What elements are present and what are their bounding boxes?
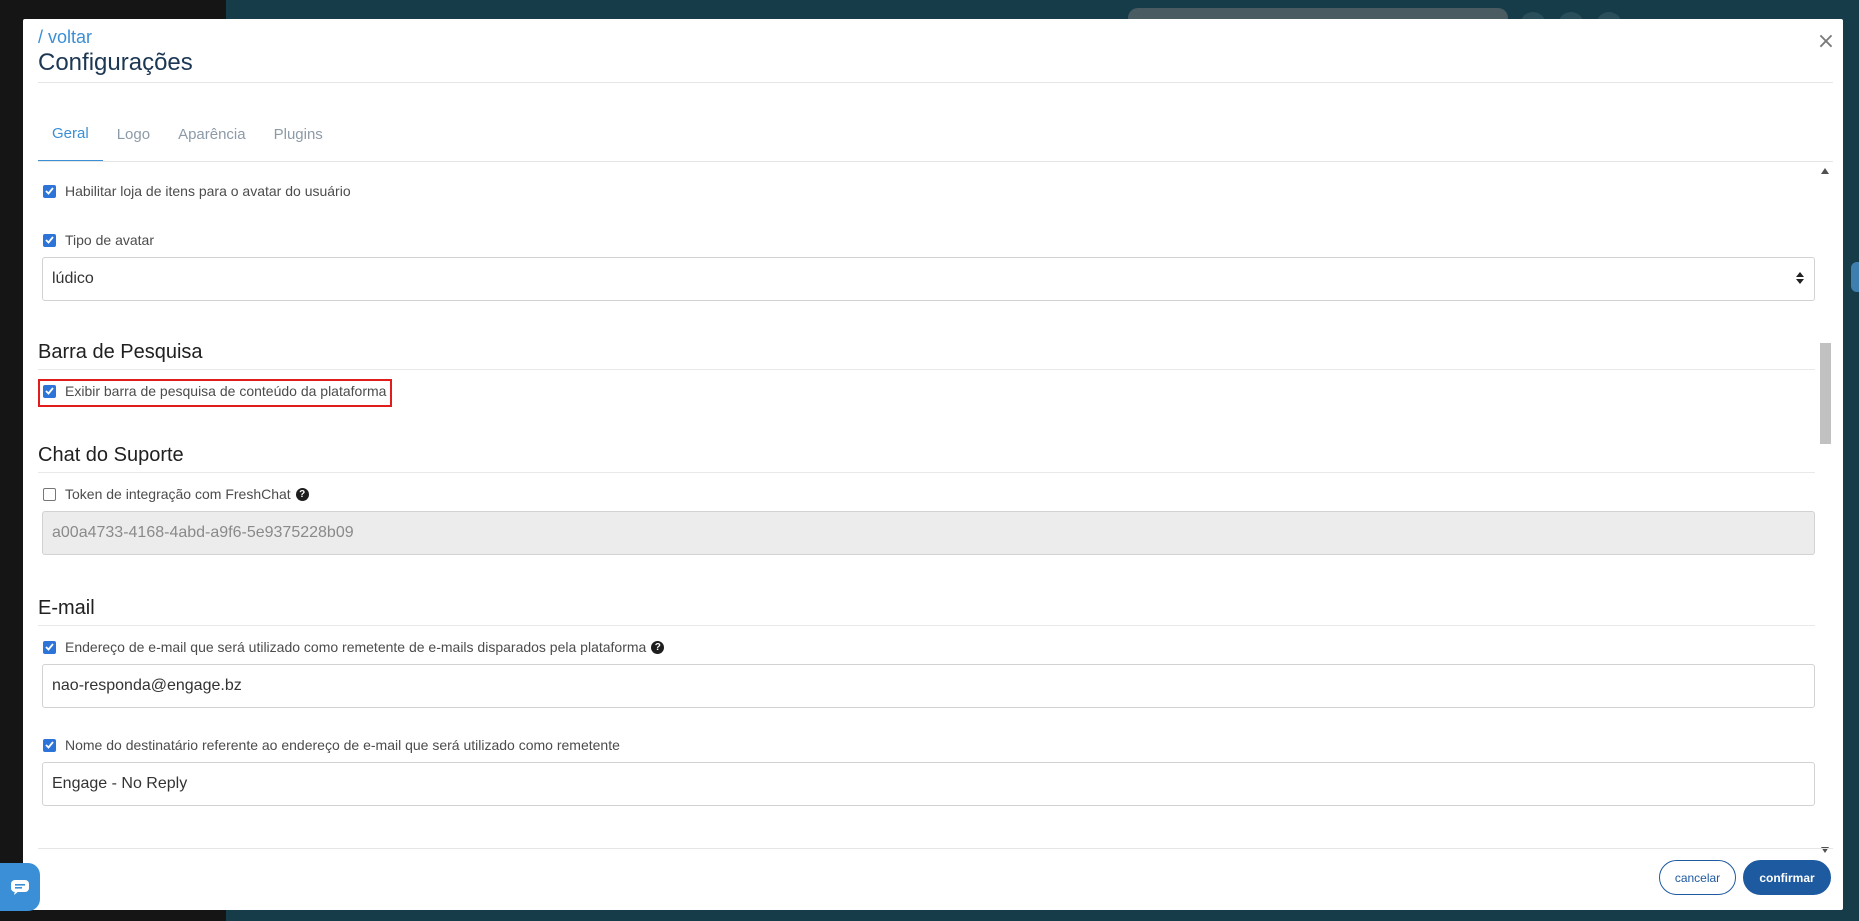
page-title: Configurações (38, 49, 193, 76)
sender-address-checkbox[interactable] (43, 640, 56, 654)
tab-aparencia[interactable]: Aparência (164, 106, 260, 162)
scrollbar[interactable] (1818, 162, 1833, 859)
sender-name-value: Engage - No Reply (52, 775, 188, 792)
freshchat-token-checkbox[interactable] (43, 487, 56, 501)
close-icon[interactable]: × (1813, 29, 1839, 55)
settings-modal: / voltar Configurações × Geral Logo Apar… (23, 19, 1843, 910)
avatar-store-label: Habilitar loja de itens para o avatar do… (65, 183, 351, 199)
select-arrows-icon (1796, 272, 1804, 284)
sender-name-input[interactable]: Engage - No Reply (42, 762, 1815, 806)
avatar-type-option[interactable]: Tipo de avatar (43, 232, 154, 248)
back-link[interactable]: / voltar (38, 27, 92, 48)
sender-name-checkbox[interactable] (43, 738, 56, 752)
settings-tabs: Geral Logo Aparência Plugins (38, 106, 337, 162)
search-bar-section-title: Barra de Pesquisa (38, 341, 203, 363)
cancel-button[interactable]: cancelar (1659, 860, 1736, 895)
section-divider (38, 625, 1815, 626)
support-chat-section-title: Chat do Suporte (38, 444, 184, 466)
sender-address-input[interactable]: nao-responda@engage.bz (42, 664, 1815, 708)
freshchat-token-input[interactable]: a00a4733-4168-4abd-a9f6-5e9375228b09 (42, 511, 1815, 555)
tab-geral[interactable]: Geral (38, 106, 103, 162)
help-icon[interactable]: ? (651, 640, 665, 654)
freshchat-token-placeholder: a00a4733-4168-4abd-a9f6-5e9375228b09 (52, 524, 354, 541)
sender-name-option[interactable]: Nome do destinatário referente ao endere… (43, 737, 620, 753)
sender-address-option[interactable]: Endereço de e-mail que será utilizado co… (43, 639, 665, 655)
avatar-type-checkbox[interactable] (43, 233, 56, 247)
header-divider (38, 82, 1833, 83)
confirm-button[interactable]: confirmar (1743, 860, 1831, 895)
scrollbar-thumb[interactable] (1820, 343, 1831, 444)
settings-scroll-area[interactable]: Habilitar loja de itens para o avatar do… (38, 162, 1833, 859)
footer-divider (38, 848, 1833, 849)
avatar-type-select[interactable]: lúdico (42, 257, 1815, 301)
help-icon[interactable]: ? (295, 487, 309, 501)
email-section-title: E-mail (38, 597, 95, 619)
section-divider (38, 369, 1815, 370)
avatar-type-label: Tipo de avatar (65, 232, 154, 248)
sender-name-label: Nome do destinatário referente ao endere… (65, 737, 620, 753)
freshchat-token-label: Token de integração com FreshChat (65, 486, 291, 502)
scroll-up-arrow-icon[interactable] (1821, 168, 1829, 174)
sender-address-label: Endereço de e-mail que será utilizado co… (65, 639, 647, 655)
chat-bubble-icon (11, 880, 29, 895)
tab-plugins[interactable]: Plugins (260, 106, 337, 162)
freshchat-token-option[interactable]: Token de integração com FreshChat ? (43, 486, 309, 502)
avatar-type-value: lúdico (52, 270, 94, 287)
avatar-store-option[interactable]: Habilitar loja de itens para o avatar do… (43, 183, 351, 199)
chat-widget-button[interactable] (0, 863, 40, 911)
show-search-checkbox[interactable] (43, 384, 56, 398)
tab-logo[interactable]: Logo (103, 106, 164, 162)
section-divider (38, 472, 1815, 473)
backdrop-edge-tab (1851, 262, 1859, 292)
sender-address-value: nao-responda@engage.bz (52, 677, 242, 694)
show-search-label: Exibir barra de pesquisa de conteúdo da … (65, 383, 387, 399)
avatar-store-checkbox[interactable] (43, 184, 56, 198)
show-search-option[interactable]: Exibir barra de pesquisa de conteúdo da … (43, 383, 386, 399)
